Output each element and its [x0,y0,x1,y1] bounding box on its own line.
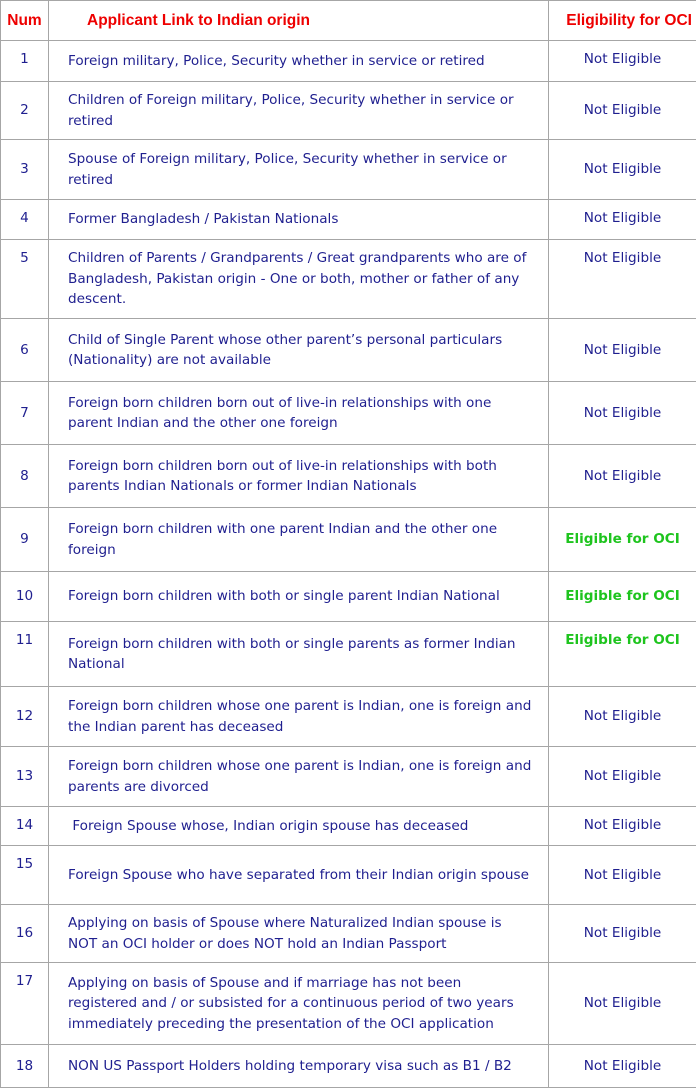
table-header-row: Num Applicant Link to Indian origin Elig… [0,0,696,41]
table-row: 10 Foreign born children with both or sin… [0,571,696,622]
not-eligible-status: Not Eligible [548,806,696,846]
applicant-link-cell: Foreign born children born out of live-i… [48,381,549,445]
row-number: 17 [0,962,49,1045]
table-row: 18 NON US Passport Holders holding tempor… [0,1044,696,1088]
applicant-link-cell: Former Bangladesh / Pakistan Nationals [48,199,549,240]
applicant-link-cell: Foreign born children with both or singl… [48,571,549,622]
table-row: 15 Foreign Spouse who have separated from… [0,845,696,905]
applicant-link-cell: Spouse of Foreign military, Police, Secu… [48,139,549,200]
applicant-link-cell: Applying on basis of Spouse where Natura… [48,904,549,963]
row-number: 18 [0,1044,49,1088]
table-row: 2 Children of Foreign military, Police, S… [0,81,696,140]
row-number: 9 [0,507,49,572]
not-eligible-status: Not Eligible [548,962,696,1045]
row-number: 8 [0,444,49,508]
table-row: 9 Foreign born children with one parent I… [0,507,696,572]
row-number: 2 [0,81,49,140]
not-eligible-status: Not Eligible [548,444,696,508]
row-number: 11 [0,621,49,687]
not-eligible-status: Not Eligible [548,904,696,963]
not-eligible-status: Not Eligible [548,686,696,747]
not-eligible-status: Not Eligible [548,1044,696,1088]
table-row: 12 Foreign born children whose one parent… [0,686,696,747]
row-number: 7 [0,381,49,445]
applicant-link-cell: Foreign born children whose one parent i… [48,746,549,807]
applicant-link-cell: Foreign born children born out of live-i… [48,444,549,508]
eligible-status: Eligible for OCI [548,621,696,687]
table-row: 11 Foreign born children with both or sin… [0,621,696,687]
applicant-link-cell: Foreign born children whose one parent i… [48,686,549,747]
eligible-status: Eligible for OCI [548,571,696,622]
table-row: 7 Foreign born children born out of live-… [0,381,696,445]
eligible-status: Eligible for OCI [548,507,696,572]
applicant-link-cell: Children of Foreign military, Police, Se… [48,81,549,140]
table-row: 16 Applying on basis of Spouse where Natu… [0,904,696,963]
applicant-link-cell: Children of Parents / Grandparents / Gre… [48,239,549,319]
applicant-link-cell: Foreign military, Police, Security wheth… [48,40,549,82]
row-number: 12 [0,686,49,747]
not-eligible-status: Not Eligible [548,199,696,240]
row-number: 5 [0,239,49,319]
header-applicant-link: Applicant Link to Indian origin [48,0,549,41]
applicant-link-cell: Foreign Spouse who have separated from t… [48,845,549,905]
row-number: 13 [0,746,49,807]
applicant-link-cell: Foreign Spouse whose, Indian origin spou… [48,806,549,846]
not-eligible-status: Not Eligible [548,239,696,319]
oci-eligibility-table: Num Applicant Link to Indian origin Elig… [0,0,696,1088]
not-eligible-status: Not Eligible [548,845,696,905]
table-row: 4 Former Bangladesh / Pakistan Nationals N… [0,199,696,240]
applicant-link-cell: Foreign born children with both or singl… [48,621,549,687]
not-eligible-status: Not Eligible [548,318,696,382]
applicant-link-cell: Foreign born children with one parent In… [48,507,549,572]
table-row: 5 Children of Parents / Grandparents / Gr… [0,239,696,319]
table-row: 1 Foreign military, Police, Security whet… [0,40,696,82]
row-number: 4 [0,199,49,240]
applicant-link-cell: Applying on basis of Spouse and if marri… [48,962,549,1045]
row-number: 15 [0,845,49,905]
table-row: 13 Foreign born children whose one parent… [0,746,696,807]
row-number: 6 [0,318,49,382]
header-num: Num [0,0,49,41]
not-eligible-status: Not Eligible [548,746,696,807]
table-row: 3 Spouse of Foreign military, Police, Sec… [0,139,696,200]
applicant-link-cell: Child of Single Parent whose other paren… [48,318,549,382]
table-row: 8 Foreign born children born out of live-… [0,444,696,508]
not-eligible-status: Not Eligible [548,381,696,445]
not-eligible-status: Not Eligible [548,40,696,82]
not-eligible-status: Not Eligible [548,139,696,200]
header-eligibility: Eligibility for OCI [548,0,696,41]
applicant-link-cell: NON US Passport Holders holding temporar… [48,1044,549,1088]
table-row: 14 Foreign Spouse whose, Indian origin s… [0,806,696,846]
table-row: 17 Applying on basis of Spouse and if mar… [0,962,696,1045]
not-eligible-status: Not Eligible [548,81,696,140]
row-number: 10 [0,571,49,622]
row-number: 16 [0,904,49,963]
row-number: 3 [0,139,49,200]
table-row: 6 Child of Single Parent whose other pare… [0,318,696,382]
row-number: 14 [0,806,49,846]
row-number: 1 [0,40,49,82]
